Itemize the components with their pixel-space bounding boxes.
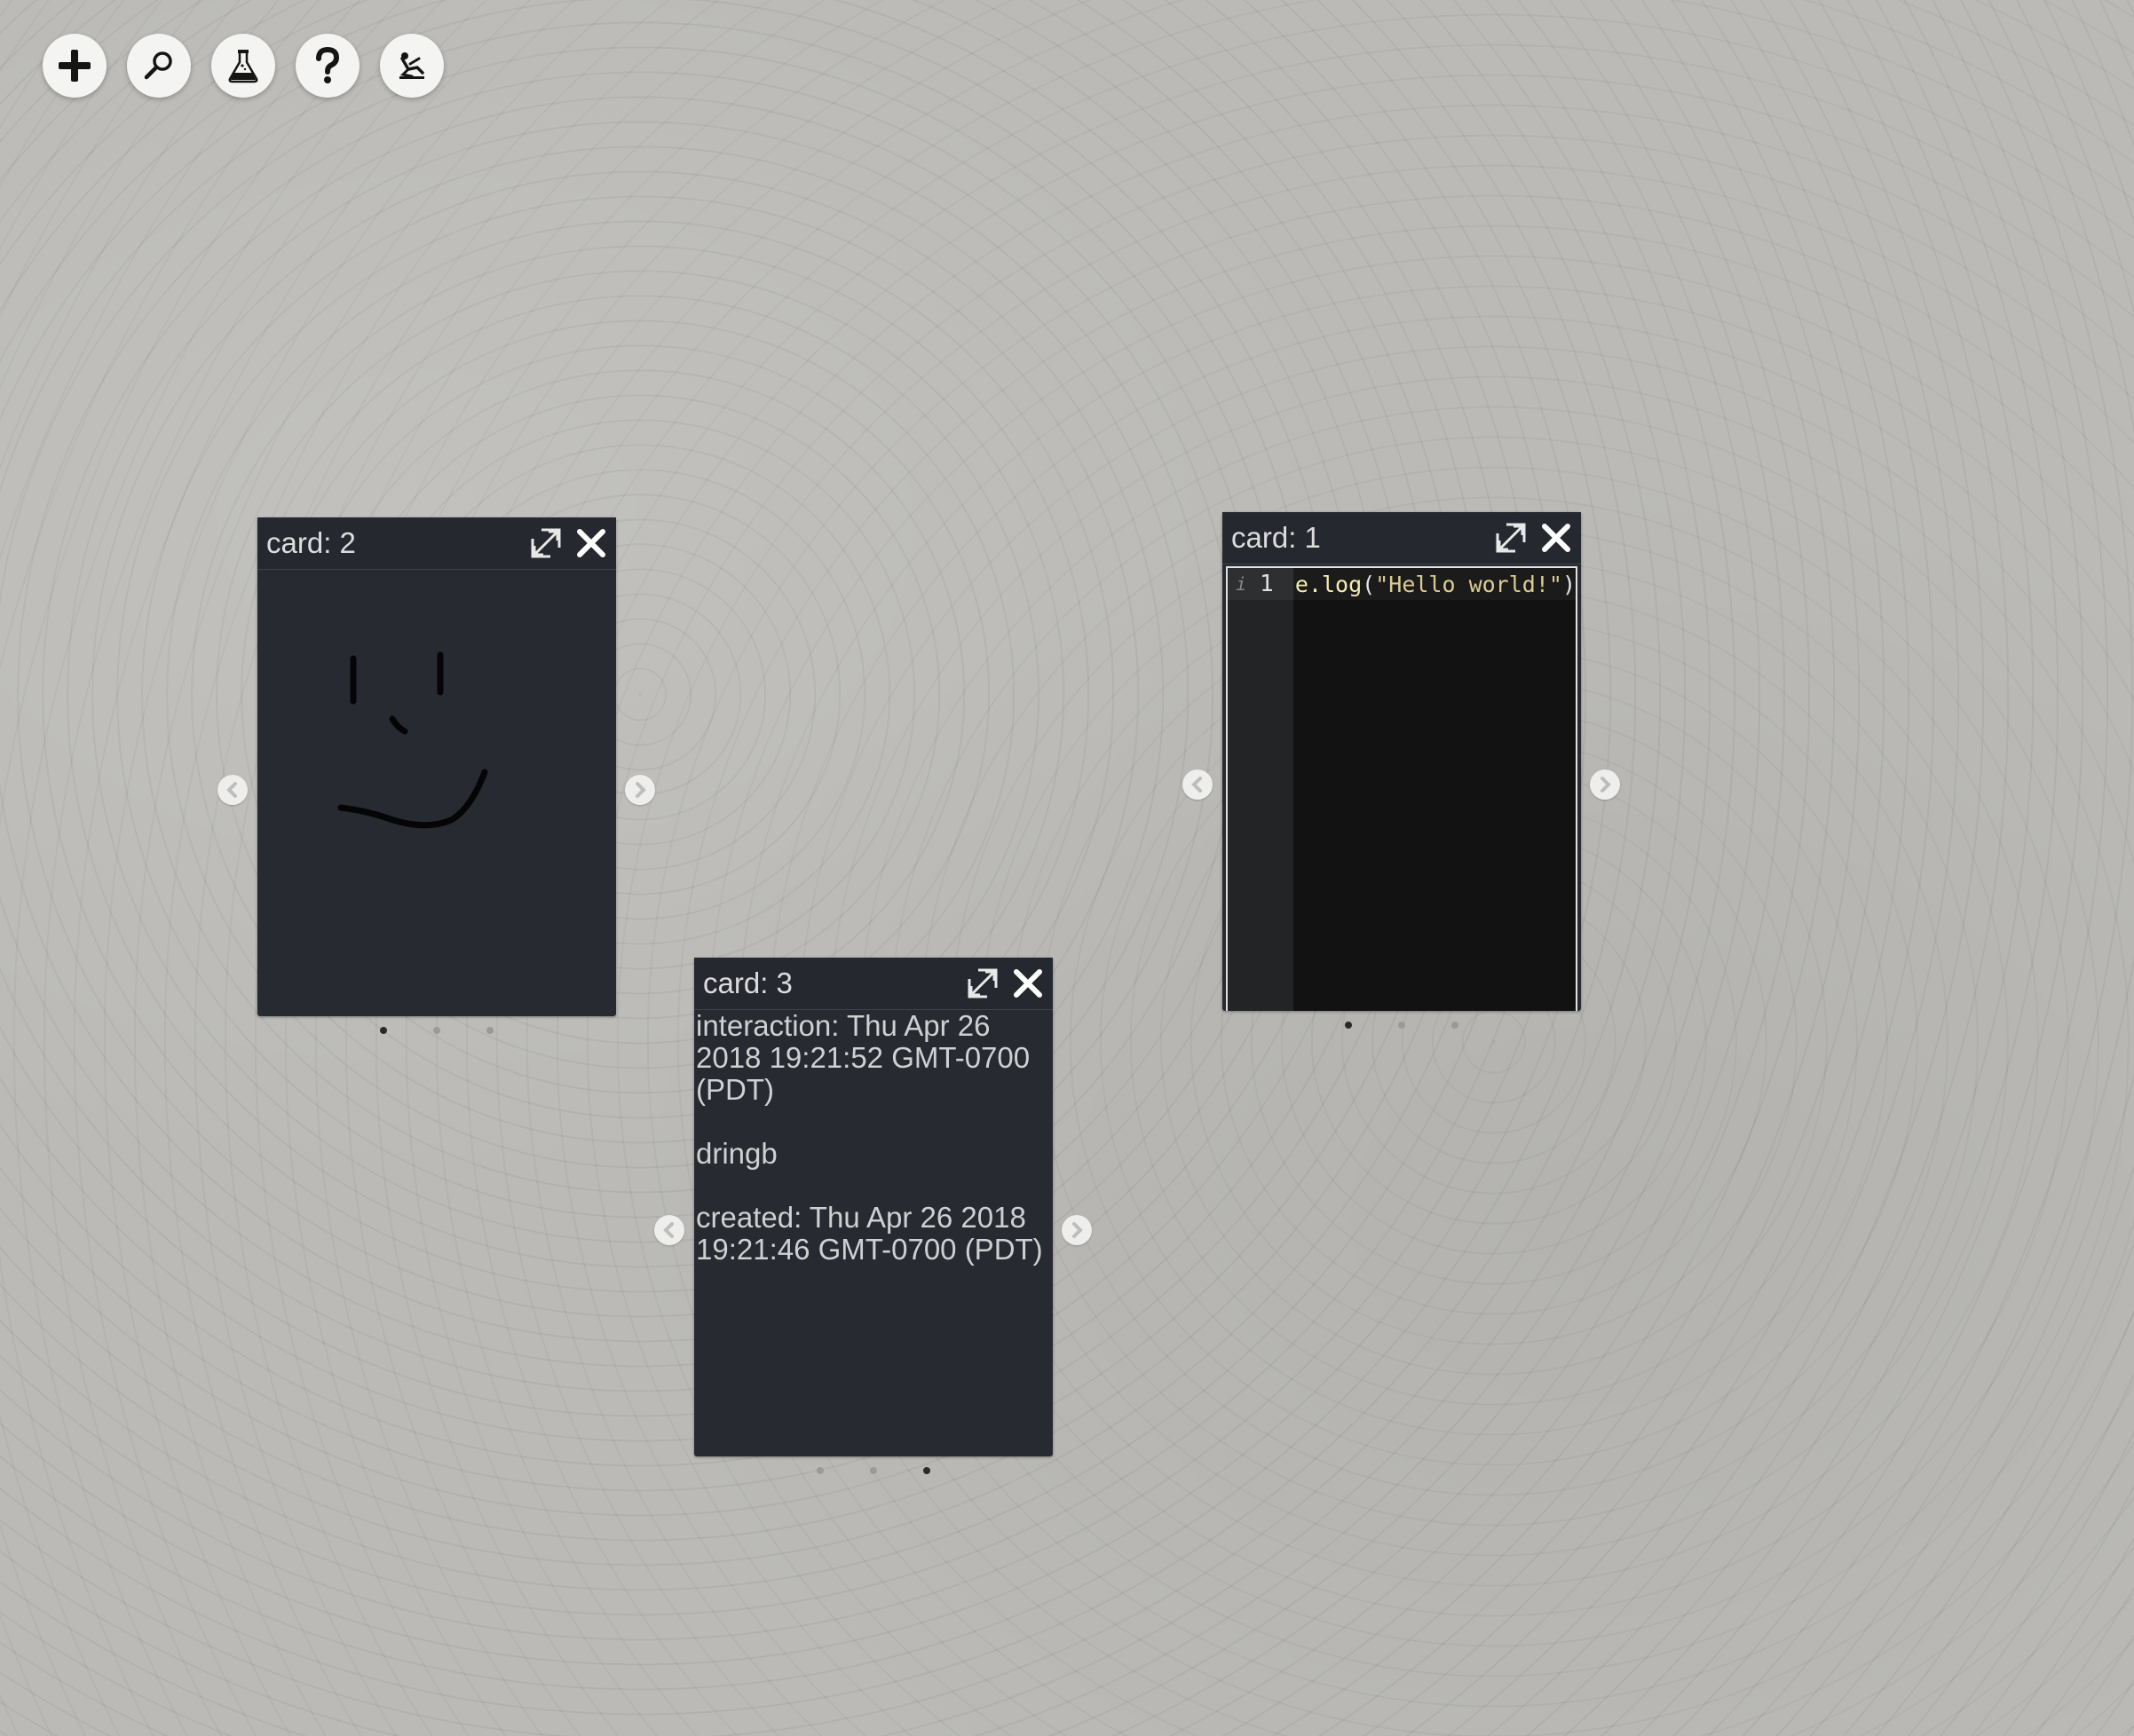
line-number: 1 [1260,571,1274,597]
gutter-row: i 1 [1228,568,1293,600]
next-arrow[interactable] [1590,769,1620,800]
page-dots [817,1467,930,1474]
code-prefix: e. [1294,571,1322,597]
smiley-drawing [337,651,488,829]
card-owner: dringb [696,1137,778,1170]
prev-arrow[interactable] [217,775,248,805]
page-dot[interactable] [817,1467,824,1474]
close-icon[interactable] [575,527,607,559]
expand-icon[interactable] [529,526,563,560]
card-body: i 1 e. log("Hello world!") [1222,564,1581,1011]
card-info: interaction: Thu Apr 26 2018 19:21:52 GM… [694,1010,1053,1456]
add-button[interactable] [43,34,107,98]
expand-icon[interactable] [966,967,1000,1000]
code-close-paren: ) [1561,571,1576,597]
skydiver-icon [399,52,424,79]
created-timestamp: created: Thu Apr 26 2018 19:21:46 GMT-07… [696,1201,1043,1266]
code-line[interactable]: e. log("Hello world!") [1292,568,1576,600]
close-icon[interactable] [1012,967,1044,999]
next-arrow[interactable] [625,775,655,805]
page-dot[interactable] [1451,1022,1458,1029]
code-editor[interactable]: i 1 e. log("Hello world!") [1226,566,1577,1011]
page-dots [380,1027,494,1034]
page-dot[interactable] [870,1467,877,1474]
chevron-left-icon [663,1222,674,1238]
prev-arrow[interactable] [654,1215,684,1245]
card-title: card: 1 [1231,521,1321,554]
question-icon [316,46,340,83]
page-dot[interactable] [1345,1022,1352,1029]
page-dot[interactable] [380,1027,387,1034]
interaction-timestamp: interaction: Thu Apr 26 2018 19:21:52 GM… [696,1010,1031,1106]
card-title: card: 2 [266,526,356,559]
plus-icon [59,50,91,82]
chevron-left-icon [226,782,237,798]
info-marker: i [1235,573,1247,595]
chevron-left-icon [1191,777,1202,793]
card-header: card: 2 [257,517,616,570]
help-button[interactable] [296,34,360,98]
user-button[interactable] [380,34,444,98]
chevron-right-icon [636,782,646,798]
chevron-right-icon [1072,1222,1083,1238]
editor-gutter: i 1 [1228,568,1293,1011]
card-title: card: 3 [703,967,793,999]
page-dot[interactable] [1398,1022,1405,1029]
magnifier-icon [144,51,172,80]
code-string: "Hello world!" [1375,571,1562,597]
flask-icon [228,50,258,83]
page-dots [1345,1022,1458,1029]
prev-arrow[interactable] [1182,769,1213,800]
card-header: card: 3 [694,958,1053,1010]
expand-icon[interactable] [1494,521,1528,555]
page-dot[interactable] [923,1467,930,1474]
next-arrow[interactable] [1062,1215,1092,1245]
editor-code-area[interactable]: e. log("Hello world!") [1292,568,1576,1011]
code-function: log [1322,571,1363,597]
card-1[interactable]: card: 1 i 1 e. log ("Hello world!") [1182,512,1620,1029]
toolbar [43,34,444,98]
lab-button[interactable] [211,34,275,98]
code-open-paren: ( [1362,571,1376,597]
card-2[interactable]: card: 2 [217,517,655,1034]
chevron-right-icon [1600,777,1611,793]
close-icon[interactable] [1540,522,1572,554]
search-button[interactable] [127,34,191,98]
drawing-canvas[interactable] [257,570,616,1016]
card-3[interactable]: card: 3 interaction: Thu Apr 26 2018 19:… [654,958,1092,1474]
page-dot[interactable] [486,1027,494,1034]
card-header: card: 1 [1222,512,1581,564]
page-dot[interactable] [433,1027,440,1034]
